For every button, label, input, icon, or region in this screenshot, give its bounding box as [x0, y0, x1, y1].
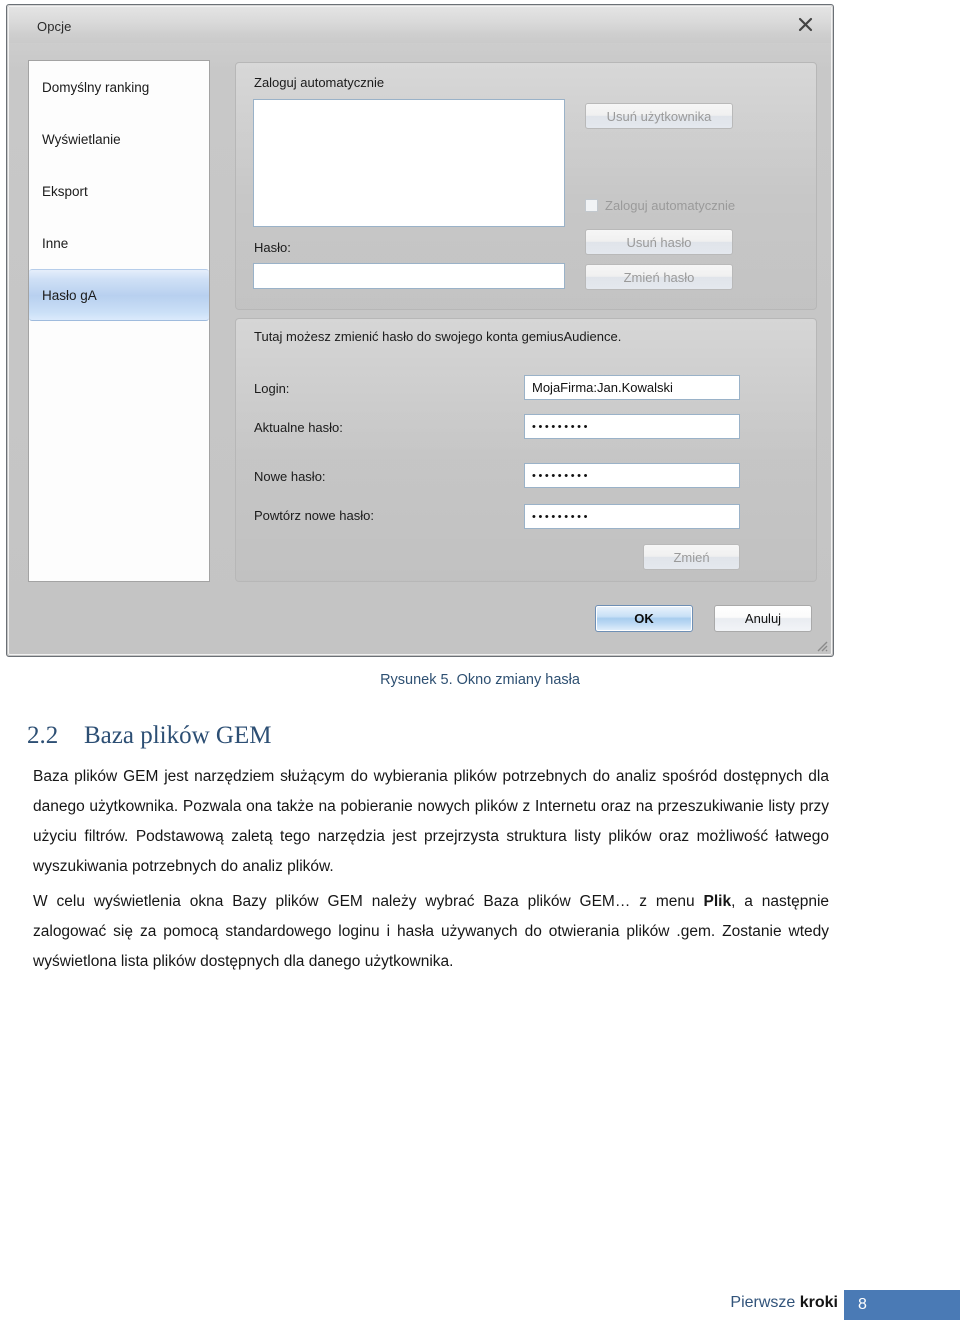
login-input-value: MojaFirma:Jan.Kowalski	[532, 380, 673, 395]
repeat-password-input-value: •••••••••	[532, 510, 591, 523]
change-password-description: Tutaj możesz zmienić hasło do swojego ko…	[254, 329, 622, 344]
sidebar-item-label: Wyświetlanie	[42, 131, 121, 147]
delete-user-button[interactable]: Usuń użytkownika	[585, 103, 733, 129]
group-change-password	[235, 318, 817, 582]
current-password-input-value: •••••••••	[532, 420, 591, 433]
sidebar-item-domyslny-ranking[interactable]: Domyślny ranking	[29, 61, 209, 113]
repeat-password-label: Powtórz nowe hasło:	[254, 508, 374, 523]
sidebar-item-wyswietlanie[interactable]: Wyświetlanie	[29, 113, 209, 165]
paragraph-1: Baza plików GEM jest narzędziem służącym…	[33, 768, 829, 875]
dialog-title-bar: Opcje	[9, 7, 831, 43]
cancel-button-label: Anuluj	[744, 611, 782, 626]
change-button[interactable]: Zmień	[643, 544, 740, 570]
sidebar-item-eksport[interactable]: Eksport	[29, 165, 209, 217]
paragraph-2: W celu wyświetlenia okna Bazy plików GEM…	[33, 887, 829, 977]
dialog-title: Opcje	[37, 19, 72, 34]
figure-caption: Rysunek 5. Okno zmiany hasła	[380, 672, 580, 688]
heading-title: Baza plików GEM	[84, 722, 272, 749]
repeat-password-input[interactable]: •••••••••	[524, 504, 740, 529]
delete-password-button[interactable]: Usuń hasło	[585, 229, 733, 255]
body-text: Baza plików GEM jest narzędziem służącym…	[33, 762, 829, 982]
options-dialog-screenshot: Opcje Domyślny ranking Wyświetlanie Eksp…	[6, 4, 834, 657]
page-number-badge: 8	[844, 1290, 960, 1320]
new-password-label: Nowe hasło:	[254, 469, 326, 484]
cancel-button[interactable]: Anuluj	[714, 605, 812, 632]
heading-number: 2.2	[27, 722, 59, 749]
new-password-input[interactable]: •••••••••	[524, 463, 740, 488]
resize-grip-icon[interactable]	[814, 638, 828, 652]
sidebar-item-label: Domyślny ranking	[42, 79, 150, 95]
change-password-button-label: Zmień hasło	[623, 269, 695, 285]
change-button-label: Zmień	[673, 549, 710, 565]
footer-label-part2: kroki	[799, 1294, 838, 1311]
new-password-input-value: •••••••••	[532, 469, 591, 482]
ok-button[interactable]: OK	[595, 605, 693, 632]
sidebar-item-inne[interactable]: Inne	[29, 217, 209, 269]
auto-login-group-title: Zaloguj automatycznie	[254, 75, 385, 90]
sidebar-item-haslo-ga[interactable]: Hasło gA	[29, 269, 209, 321]
auto-login-checkbox-label: Zaloguj automatycznie	[605, 198, 736, 213]
change-password-button[interactable]: Zmień hasło	[585, 264, 733, 290]
footer-label: Pierwsze kroki	[730, 1294, 838, 1312]
auto-login-checkbox[interactable]: Zaloguj automatycznie	[585, 198, 735, 213]
sidebar-item-label: Hasło gA	[42, 287, 97, 303]
options-category-list[interactable]: Domyślny ranking Wyświetlanie Eksport In…	[28, 60, 210, 582]
paragraph-2-part1: W celu wyświetlenia okna Bazy plików GEM…	[33, 893, 704, 910]
footer-label-part1: Pierwsze	[730, 1294, 800, 1311]
user-list-box[interactable]	[253, 99, 565, 227]
delete-password-button-label: Usuń hasło	[626, 234, 692, 250]
current-password-input[interactable]: •••••••••	[524, 414, 740, 439]
ok-button-label: OK	[634, 611, 654, 626]
password-input[interactable]	[253, 263, 565, 289]
login-input[interactable]: MojaFirma:Jan.Kowalski	[524, 375, 740, 400]
sidebar-item-label: Eksport	[42, 183, 88, 199]
login-label: Login:	[254, 381, 290, 396]
close-icon[interactable]	[783, 9, 827, 39]
password-label: Hasło:	[254, 240, 291, 255]
current-password-label: Aktualne hasło:	[254, 420, 343, 435]
page-footer: Pierwsze kroki 8	[0, 1290, 960, 1320]
delete-user-button-label: Usuń użytkownika	[606, 108, 712, 124]
page-title: 2.2 Baza plików GEM	[27, 722, 271, 750]
checkbox-box-icon	[585, 199, 598, 212]
dialog-window: Opcje Domyślny ranking Wyświetlanie Eksp…	[6, 4, 834, 657]
paragraph-2-bold: Plik	[703, 893, 732, 910]
sidebar-item-label: Inne	[42, 235, 69, 251]
